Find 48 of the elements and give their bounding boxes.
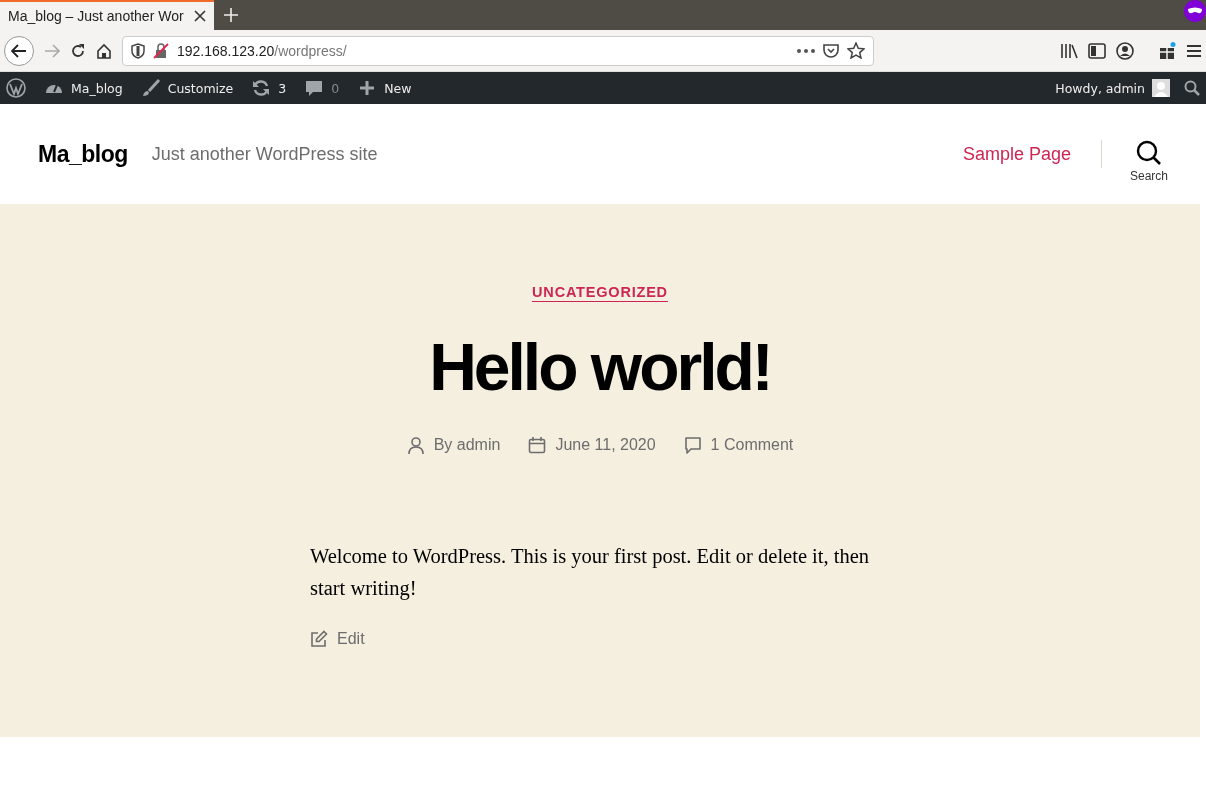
- address-bar[interactable]: 192.168.123.20/wordpress/: [122, 35, 874, 66]
- browser-tab[interactable]: Ma_blog – Just another Wor: [0, 0, 214, 30]
- search-button[interactable]: Search: [1129, 139, 1168, 183]
- sidebar-icon[interactable]: [1088, 42, 1106, 59]
- customize-link[interactable]: Customize: [140, 78, 234, 98]
- url-text: 192.168.123.20/wordpress/: [177, 42, 347, 59]
- comments-link[interactable]: 0: [304, 78, 340, 98]
- person-icon: [406, 436, 425, 454]
- site-link[interactable]: Ma_blog: [44, 78, 123, 98]
- post-body: Welcome to WordPress. This is your first post. Edit or delete it, then start writing!: [310, 544, 871, 602]
- gift-icon[interactable]: [1158, 41, 1176, 60]
- site-tagline: Just another WordPress site: [151, 143, 378, 165]
- refresh-icon: [251, 78, 272, 98]
- shield-icon: [131, 42, 145, 59]
- speech-bubble-icon: [304, 78, 325, 98]
- pocket-icon[interactable]: [823, 42, 839, 59]
- library-icon[interactable]: [1060, 42, 1078, 59]
- back-arrow-icon: [11, 43, 27, 58]
- home-icon[interactable]: [96, 42, 112, 59]
- new-tab-icon[interactable]: [224, 8, 238, 22]
- account-link[interactable]: Howdy, admin: [1055, 79, 1170, 97]
- wordpress-logo-icon[interactable]: [6, 78, 26, 98]
- site-title[interactable]: Ma_blog: [38, 140, 128, 168]
- menu-icon[interactable]: [1186, 43, 1202, 58]
- post-title: Hello world!: [429, 334, 771, 400]
- close-icon[interactable]: [194, 10, 206, 22]
- mask-icon[interactable]: [1184, 0, 1206, 22]
- more-icon[interactable]: [797, 48, 815, 53]
- calendar-icon: [528, 436, 547, 454]
- star-icon[interactable]: [847, 42, 865, 59]
- author-link[interactable]: By admin: [433, 436, 501, 454]
- back-button[interactable]: [4, 35, 34, 66]
- comments-link[interactable]: 1 Comment: [710, 436, 794, 454]
- paintbrush-icon: [140, 78, 161, 98]
- account-icon[interactable]: [1116, 41, 1134, 60]
- edit-link[interactable]: Edit: [310, 629, 365, 648]
- search-icon[interactable]: [1184, 80, 1200, 96]
- search-icon: [1136, 139, 1162, 166]
- avatar-icon: [1152, 79, 1170, 97]
- nav-link[interactable]: Sample Page: [962, 143, 1071, 165]
- pencil-icon: [310, 629, 328, 648]
- speech-bubble-icon: [683, 436, 702, 454]
- date-link[interactable]: June 11, 2020: [555, 436, 656, 454]
- updates-link[interactable]: 3: [251, 78, 287, 98]
- new-link[interactable]: New: [357, 78, 412, 98]
- reload-icon[interactable]: [70, 42, 86, 59]
- category-link[interactable]: UNCATEGORIZED: [532, 284, 668, 302]
- insecure-lock-icon: [153, 42, 169, 59]
